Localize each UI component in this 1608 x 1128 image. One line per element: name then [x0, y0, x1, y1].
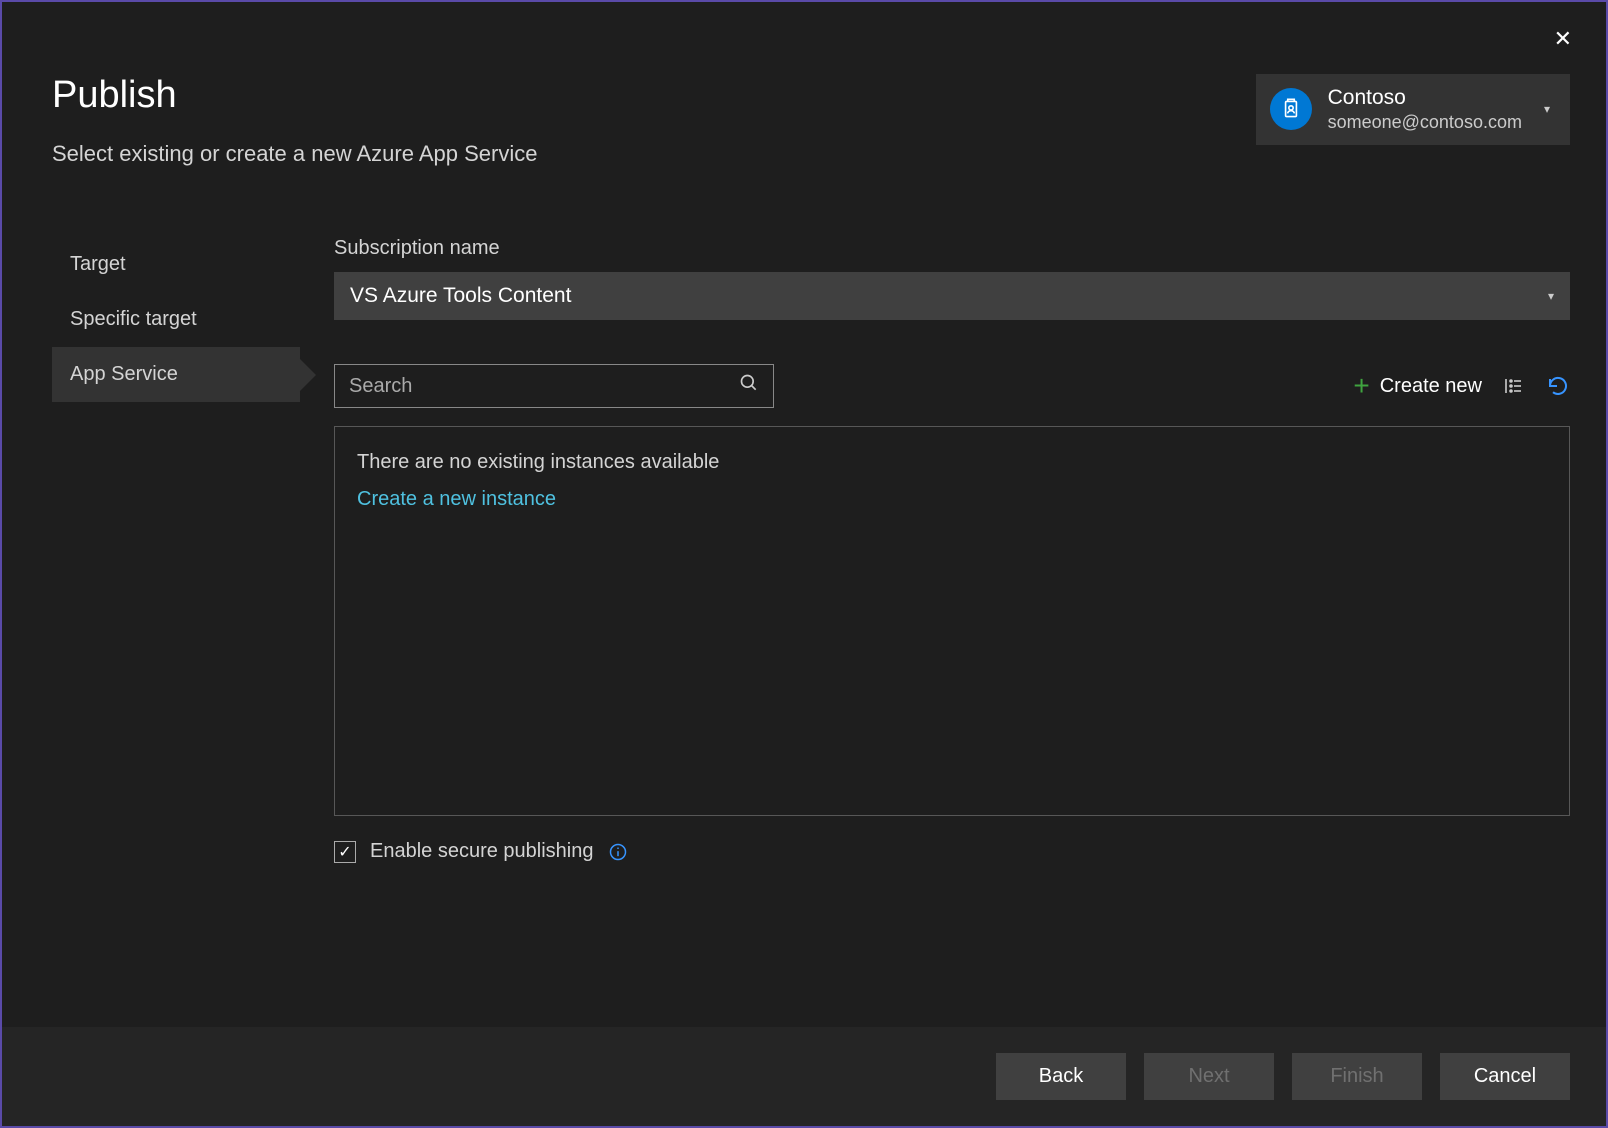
footer: Back Next Finish Cancel [2, 1027, 1606, 1126]
plus-icon: + [1353, 370, 1369, 402]
instances-list: There are no existing instances availabl… [334, 426, 1570, 816]
account-selector[interactable]: Contoso someone@contoso.com ▾ [1256, 74, 1570, 145]
sidebar-item-label: Target [70, 253, 126, 275]
account-text: Contoso someone@contoso.com [1328, 84, 1522, 135]
info-icon[interactable] [608, 842, 628, 862]
search-box[interactable] [334, 364, 774, 408]
search-icon [739, 373, 759, 399]
create-new-instance-link[interactable]: Create a new instance [357, 488, 1547, 511]
refresh-button[interactable] [1546, 374, 1570, 398]
content-area: Target Specific target App Service Subsc… [2, 197, 1606, 1027]
subscription-label: Subscription name [334, 237, 1570, 260]
wizard-sidebar: Target Specific target App Service [52, 237, 300, 1027]
secure-publishing-checkbox[interactable]: ✓ [334, 841, 356, 863]
sidebar-item-specific-target[interactable]: Specific target [52, 292, 300, 347]
finish-button[interactable]: Finish [1292, 1053, 1422, 1100]
empty-instances-message: There are no existing instances availabl… [357, 451, 1547, 474]
cancel-button[interactable]: Cancel [1440, 1053, 1570, 1100]
chevron-down-icon: ▾ [1544, 102, 1550, 116]
close-icon: ✕ [1554, 26, 1572, 51]
account-name: Contoso [1328, 84, 1522, 111]
view-options-button[interactable] [1502, 374, 1526, 398]
toolbar: + Create new [334, 364, 1570, 408]
create-new-button[interactable]: + Create new [1353, 370, 1482, 402]
chevron-down-icon: ▾ [1548, 289, 1554, 303]
secure-publishing-label: Enable secure publishing [370, 840, 594, 863]
subscription-value: VS Azure Tools Content [350, 284, 571, 308]
back-button[interactable]: Back [996, 1053, 1126, 1100]
main-area: Subscription name VS Azure Tools Content… [300, 237, 1570, 1027]
page-subtitle: Select existing or create a new Azure Ap… [52, 141, 1556, 167]
next-button[interactable]: Next [1144, 1053, 1274, 1100]
create-new-label: Create new [1380, 375, 1482, 398]
sidebar-item-app-service[interactable]: App Service [52, 347, 300, 402]
subscription-dropdown[interactable]: VS Azure Tools Content ▾ [334, 272, 1570, 320]
close-button[interactable]: ✕ [1544, 20, 1582, 58]
sidebar-item-label: App Service [70, 363, 178, 385]
account-icon [1270, 88, 1312, 130]
secure-publishing-row: ✓ Enable secure publishing [334, 840, 1570, 863]
sidebar-item-label: Specific target [70, 308, 197, 330]
account-email: someone@contoso.com [1328, 111, 1522, 134]
sidebar-item-target[interactable]: Target [52, 237, 300, 292]
search-input[interactable] [349, 375, 739, 398]
